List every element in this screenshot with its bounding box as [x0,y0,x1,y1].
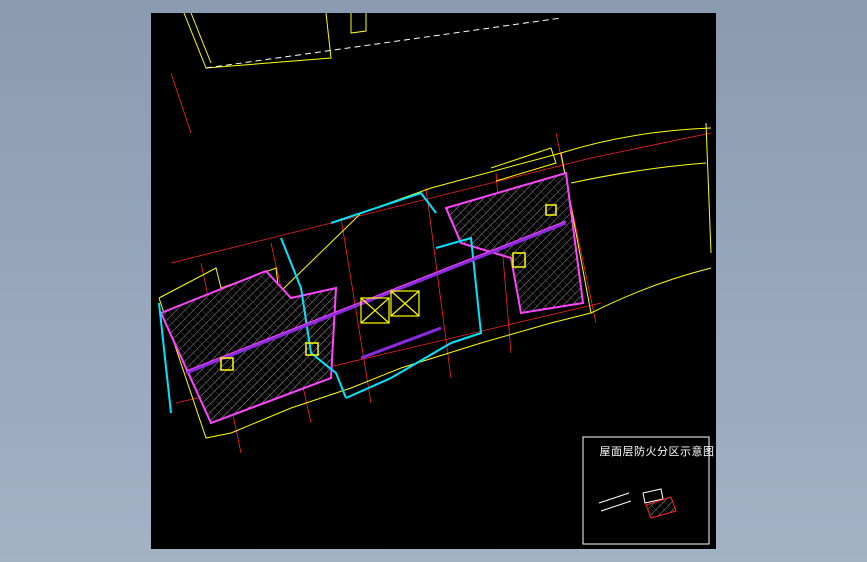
stair-elevator-cores [360,290,420,324]
cad-drawing-canvas[interactable]: 屋面层防火分区示意图 [151,13,716,549]
legend-title: 屋面层防火分区示意图 [599,445,715,458]
site-boundary [183,13,367,69]
dashed-boundary [205,17,562,69]
floor-plan-drawing [158,13,712,545]
